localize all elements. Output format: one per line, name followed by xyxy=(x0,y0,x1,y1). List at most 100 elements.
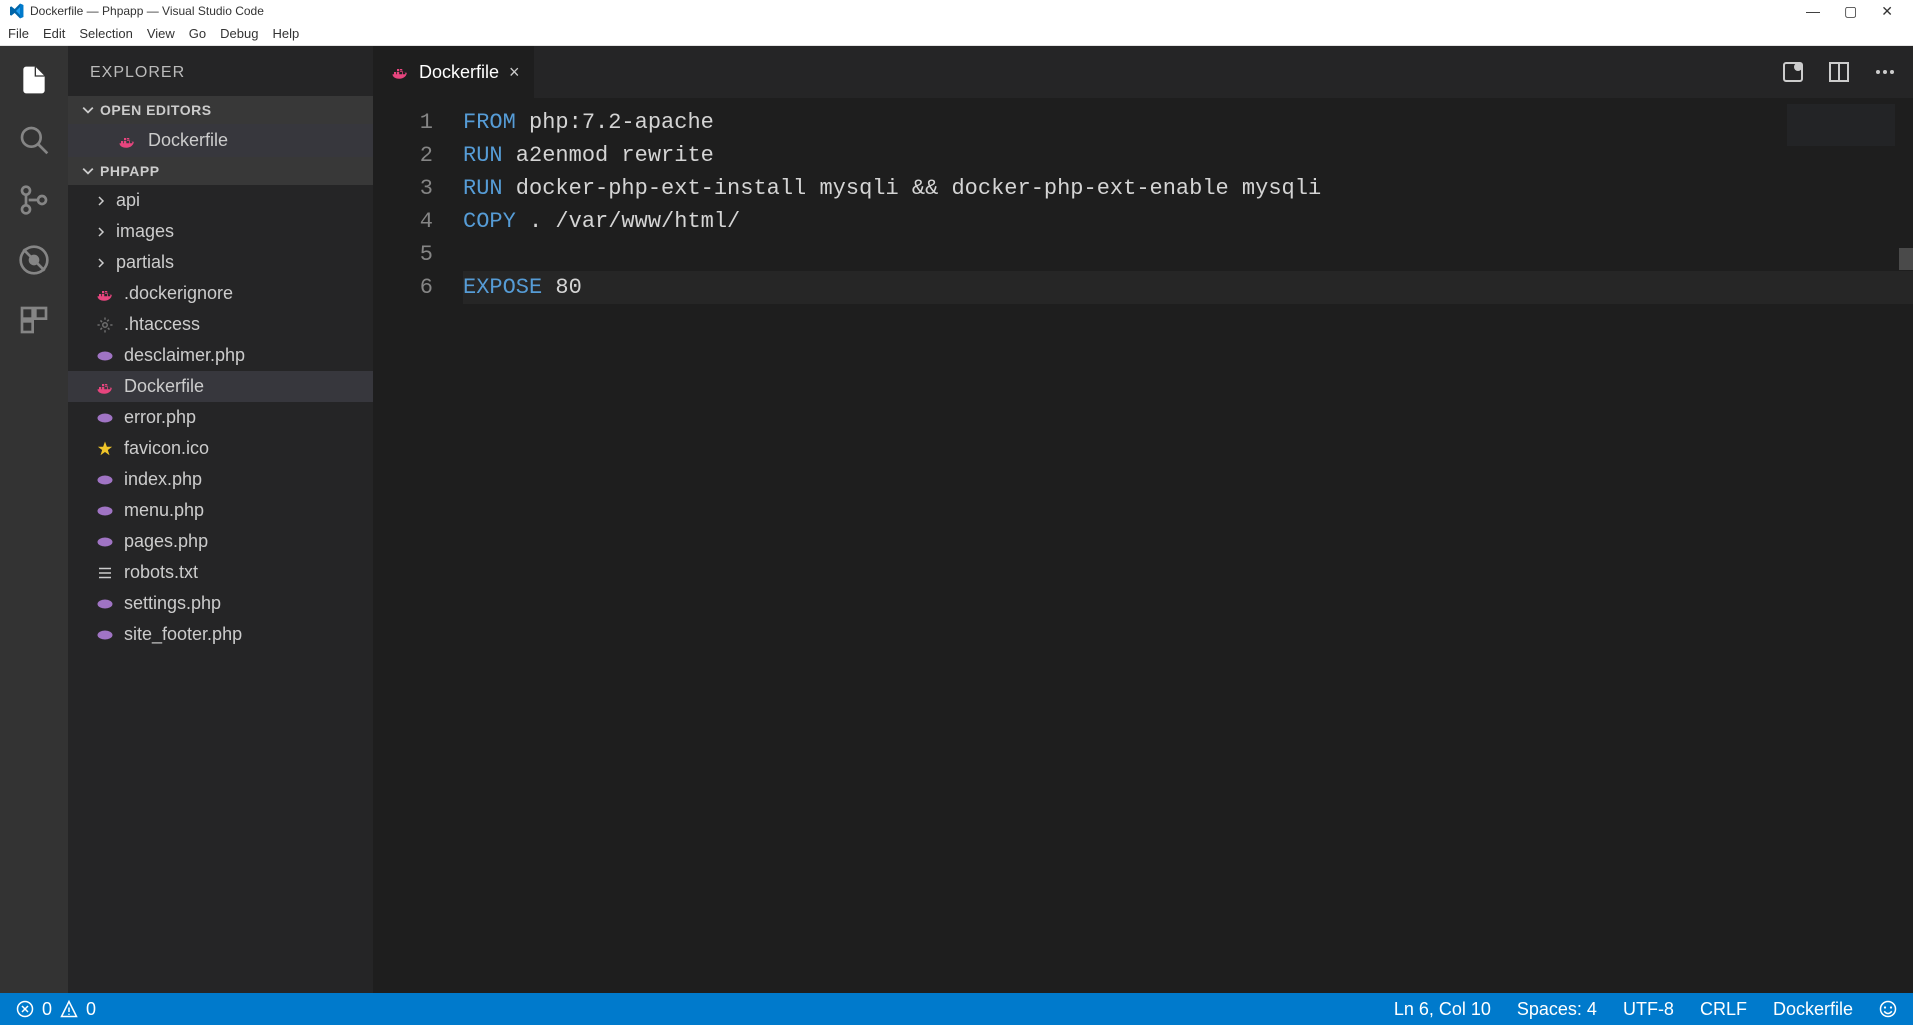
chevron-down-icon xyxy=(82,165,94,177)
open-editors-header[interactable]: OPEN EDITORS xyxy=(68,96,373,124)
star-icon xyxy=(96,440,114,458)
file-item[interactable]: site_footer.php xyxy=(68,619,373,650)
indentation[interactable]: Spaces: 4 xyxy=(1517,999,1597,1020)
debug-icon[interactable] xyxy=(18,244,50,276)
extensions-icon[interactable] xyxy=(18,304,50,336)
php-icon xyxy=(96,533,114,551)
line-gutter: 123456 xyxy=(373,98,463,993)
file-item[interactable]: desclaimer.php xyxy=(68,340,373,371)
php-icon xyxy=(96,409,114,427)
feedback-icon[interactable] xyxy=(1879,1000,1897,1018)
tab-label: Dockerfile xyxy=(419,62,499,83)
file-item[interactable]: pages.php xyxy=(68,526,373,557)
docker-icon xyxy=(391,63,409,81)
source-control-icon[interactable] xyxy=(18,184,50,216)
file-item[interactable]: Dockerfile xyxy=(68,371,373,402)
explorer-icon[interactable] xyxy=(18,64,50,96)
maximize-button[interactable]: ▢ xyxy=(1844,3,1857,20)
title-bar: Dockerfile — Phpapp — Visual Studio Code… xyxy=(0,0,1913,22)
chevron-right-icon xyxy=(96,258,106,268)
docker-icon xyxy=(96,378,114,396)
chevron-down-icon xyxy=(82,104,94,116)
tabs-row: Dockerfile × xyxy=(373,46,1913,98)
file-label: index.php xyxy=(124,469,202,490)
menu-bar: File Edit Selection View Go Debug Help xyxy=(0,22,1913,46)
open-changes-icon[interactable] xyxy=(1781,60,1805,84)
code-line[interactable] xyxy=(463,238,1913,271)
file-label: Dockerfile xyxy=(124,376,204,397)
search-icon[interactable] xyxy=(18,124,50,156)
menu-view[interactable]: View xyxy=(147,26,175,41)
folder-item[interactable]: partials xyxy=(68,247,373,278)
file-label: desclaimer.php xyxy=(124,345,245,366)
folder-item[interactable]: images xyxy=(68,216,373,247)
file-label: favicon.ico xyxy=(124,438,209,459)
code-content[interactable]: FROM php:7.2-apacheRUN a2enmod rewriteRU… xyxy=(463,98,1913,993)
gear-icon xyxy=(96,316,114,334)
encoding[interactable]: UTF-8 xyxy=(1623,999,1674,1020)
php-icon xyxy=(96,595,114,613)
warnings-count[interactable]: 0 xyxy=(86,999,96,1020)
open-editors-label: OPEN EDITORS xyxy=(100,102,212,118)
errors-count[interactable]: 0 xyxy=(42,999,52,1020)
file-item[interactable]: settings.php xyxy=(68,588,373,619)
cursor-position[interactable]: Ln 6, Col 10 xyxy=(1394,999,1491,1020)
docker-icon xyxy=(96,285,114,303)
window-title: Dockerfile — Phpapp — Visual Studio Code xyxy=(30,4,1806,18)
folder-label: api xyxy=(116,190,140,211)
minimize-button[interactable]: — xyxy=(1806,3,1820,20)
more-actions-icon[interactable] xyxy=(1873,60,1897,84)
eol[interactable]: CRLF xyxy=(1700,999,1747,1020)
project-label: PHPAPP xyxy=(100,163,160,179)
file-item[interactable]: .htaccess xyxy=(68,309,373,340)
close-button[interactable]: ✕ xyxy=(1881,3,1893,20)
menu-help[interactable]: Help xyxy=(272,26,299,41)
file-label: .htaccess xyxy=(124,314,200,335)
editor-body[interactable]: 123456 FROM php:7.2-apacheRUN a2enmod re… xyxy=(373,98,1913,993)
code-line[interactable]: FROM php:7.2-apache xyxy=(463,106,1913,139)
file-label: menu.php xyxy=(124,500,204,521)
code-line[interactable]: RUN a2enmod rewrite xyxy=(463,139,1913,172)
vscode-logo-icon xyxy=(8,3,24,19)
menu-edit[interactable]: Edit xyxy=(43,26,65,41)
tab-close-icon[interactable]: × xyxy=(509,62,520,83)
file-tree: api images partials .dockerignore .htaccess d… xyxy=(68,185,373,993)
language-mode[interactable]: Dockerfile xyxy=(1773,999,1853,1020)
chevron-right-icon xyxy=(96,196,106,206)
file-item[interactable]: robots.txt xyxy=(68,557,373,588)
text-icon xyxy=(96,564,114,582)
window-controls: — ▢ ✕ xyxy=(1806,3,1905,20)
file-item[interactable]: error.php xyxy=(68,402,373,433)
code-line[interactable]: RUN docker-php-ext-install mysqli && doc… xyxy=(463,172,1913,205)
code-line[interactable]: COPY . /var/www/html/ xyxy=(463,205,1913,238)
editor-area: Dockerfile × 123456 FROM php:7.2-apacheR… xyxy=(373,46,1913,993)
scrollbar-thumb[interactable] xyxy=(1899,248,1913,270)
file-label: pages.php xyxy=(124,531,208,552)
sidebar-title: EXPLORER xyxy=(68,46,373,96)
tab-dockerfile[interactable]: Dockerfile × xyxy=(373,46,535,98)
file-label: settings.php xyxy=(124,593,221,614)
open-editor-item[interactable]: Dockerfile xyxy=(68,124,373,157)
project-header[interactable]: PHPAPP xyxy=(68,157,373,185)
php-icon xyxy=(96,626,114,644)
file-item[interactable]: favicon.ico xyxy=(68,433,373,464)
split-editor-icon[interactable] xyxy=(1827,60,1851,84)
code-line[interactable]: EXPOSE 80 xyxy=(463,271,1913,304)
file-item[interactable]: index.php xyxy=(68,464,373,495)
php-icon xyxy=(96,471,114,489)
file-item[interactable]: menu.php xyxy=(68,495,373,526)
menu-debug[interactable]: Debug xyxy=(220,26,258,41)
file-item[interactable]: .dockerignore xyxy=(68,278,373,309)
menu-go[interactable]: Go xyxy=(189,26,206,41)
errors-icon[interactable] xyxy=(16,1000,34,1018)
menu-selection[interactable]: Selection xyxy=(79,26,132,41)
editor-actions xyxy=(1781,46,1913,98)
folder-item[interactable]: api xyxy=(68,185,373,216)
minimap[interactable] xyxy=(1787,104,1895,146)
activity-bar xyxy=(0,46,68,993)
sidebar: EXPLORER OPEN EDITORS Dockerfile PHPAPP … xyxy=(68,46,373,993)
menu-file[interactable]: File xyxy=(8,26,29,41)
file-label: robots.txt xyxy=(124,562,198,583)
warnings-icon[interactable] xyxy=(60,1000,78,1018)
folder-label: partials xyxy=(116,252,174,273)
